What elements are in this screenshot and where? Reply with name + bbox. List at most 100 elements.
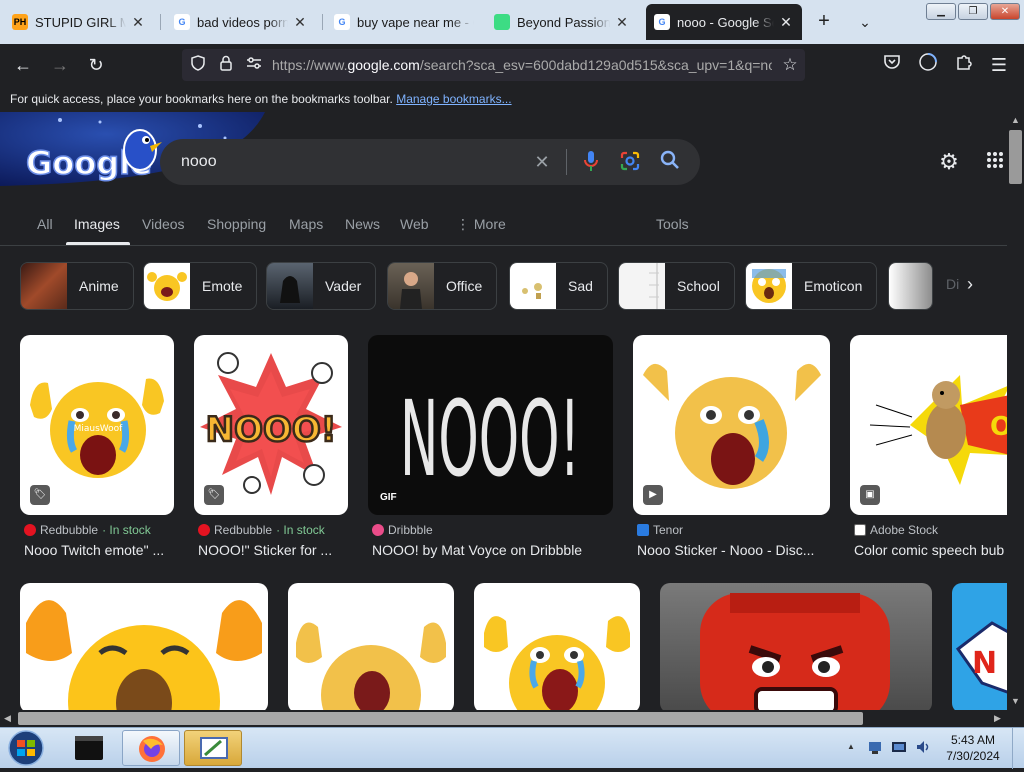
- close-tab-icon[interactable]: ✕: [130, 14, 146, 31]
- permissions-icon[interactable]: [244, 55, 264, 75]
- result-image[interactable]: OO ▣: [850, 335, 1007, 515]
- image-result[interactable]: OO ▣ Adobe Stock Color comic speech bub: [850, 335, 1007, 567]
- result-title[interactable]: NOOO!" Sticker for ...: [198, 542, 352, 558]
- network-status-icon[interactable]: [867, 739, 883, 760]
- pocket-icon[interactable]: [879, 52, 905, 78]
- image-result[interactable]: ▶ Tenor Nooo Sticker - Nooo - Disc...: [633, 335, 830, 567]
- account-icon[interactable]: [915, 52, 941, 78]
- horizontal-scrollbar[interactable]: ◀ ▶: [0, 710, 1024, 727]
- vertical-scrollbar[interactable]: ▲ ▼: [1007, 112, 1024, 710]
- image-result[interactable]: MiausWoof 🏷 Redbubble · In stock Nooo Tw…: [20, 335, 174, 567]
- result-image[interactable]: ▶: [633, 335, 830, 515]
- extensions-icon[interactable]: [951, 52, 977, 78]
- speaker-icon[interactable]: [915, 739, 931, 760]
- url-text[interactable]: https://www.google.com/search?sca_esv=60…: [272, 57, 772, 73]
- result-source[interactable]: Adobe Stock: [854, 523, 938, 537]
- scroll-down-arrow-icon[interactable]: ▼: [1011, 696, 1020, 706]
- image-result[interactable]: [660, 583, 932, 710]
- chip-more[interactable]: [888, 262, 933, 310]
- show-hidden-icons-icon[interactable]: ▲: [847, 742, 855, 751]
- minimize-button[interactable]: ▁: [926, 3, 956, 20]
- result-image[interactable]: MiausWoof 🏷: [20, 335, 174, 515]
- display-icon[interactable]: [891, 739, 907, 760]
- scroll-up-arrow-icon[interactable]: ▲: [1011, 115, 1020, 125]
- filter-web[interactable]: Web: [400, 216, 429, 232]
- image-result[interactable]: [288, 583, 454, 710]
- search-input[interactable]: nooo: [181, 153, 217, 171]
- google-lens-icon[interactable]: [618, 150, 642, 174]
- result-source[interactable]: Tenor: [637, 523, 683, 537]
- result-image[interactable]: [20, 583, 268, 710]
- manage-bookmarks-link[interactable]: Manage bookmarks...: [396, 92, 511, 106]
- result-source[interactable]: Redbubble · In stock: [198, 523, 325, 537]
- result-title[interactable]: Color comic speech bub: [854, 542, 1007, 558]
- start-button[interactable]: [4, 729, 48, 767]
- show-desktop-button[interactable]: [1012, 728, 1024, 769]
- chip-emoticon[interactable]: Emoticon: [745, 262, 878, 310]
- search-box[interactable]: nooo ✕: [160, 139, 700, 185]
- settings-gear-icon[interactable]: ⚙: [937, 150, 961, 174]
- scroll-left-arrow-icon[interactable]: ◀: [4, 713, 11, 724]
- address-bar[interactable]: https://www.google.com/search?sca_esv=60…: [182, 49, 805, 81]
- result-title[interactable]: Nooo Twitch emote" ...: [24, 542, 178, 558]
- horizontal-scroll-thumb[interactable]: [18, 712, 863, 725]
- bookmark-star-icon[interactable]: ☆: [780, 55, 800, 75]
- filter-videos[interactable]: Videos: [142, 216, 185, 232]
- filter-maps[interactable]: Maps: [289, 216, 323, 232]
- menu-icon[interactable]: ☰: [986, 52, 1012, 78]
- new-tab-button[interactable]: +: [812, 10, 836, 34]
- reload-button[interactable]: ↻: [83, 52, 109, 78]
- tab-2[interactable]: G buy vape near me - Go: [326, 4, 482, 40]
- list-all-tabs-button[interactable]: ⌄: [853, 10, 877, 34]
- chip-office[interactable]: Office: [387, 262, 498, 310]
- result-image[interactable]: NOOO! 🏷: [194, 335, 348, 515]
- chip-anime[interactable]: Anime: [20, 262, 134, 310]
- image-result[interactable]: [474, 583, 640, 710]
- vertical-scroll-thumb[interactable]: [1009, 130, 1022, 184]
- microphone-icon[interactable]: [579, 150, 603, 174]
- google-apps-icon[interactable]: [983, 150, 1007, 174]
- tab-4-active[interactable]: G nooo - Google Search ✕: [646, 4, 802, 40]
- image-result[interactable]: N: [952, 583, 1007, 710]
- clear-search-icon[interactable]: ✕: [530, 150, 554, 174]
- taskbar-app-paint[interactable]: [184, 730, 242, 766]
- window-close-button[interactable]: ✕: [990, 3, 1020, 20]
- chips-next-arrow-icon[interactable]: ›: [958, 272, 982, 296]
- shield-icon[interactable]: [188, 55, 208, 75]
- filter-shopping[interactable]: Shopping: [207, 216, 266, 232]
- chip-school[interactable]: School: [618, 262, 735, 310]
- result-source[interactable]: Redbubble · In stock: [24, 523, 151, 537]
- image-result[interactable]: NOOO! 🏷 Redbubble · In stock NOOO!" Stic…: [194, 335, 348, 567]
- taskbar-app-terminal[interactable]: [60, 730, 118, 766]
- close-tab-icon[interactable]: ✕: [292, 14, 308, 31]
- back-button[interactable]: ←: [10, 52, 36, 78]
- result-title[interactable]: NOOO! by Mat Voyce on Dribbble: [372, 542, 612, 558]
- search-icon[interactable]: [658, 150, 682, 174]
- result-source[interactable]: Dribbble: [372, 523, 433, 537]
- filter-more[interactable]: ⋮ More: [456, 216, 506, 233]
- system-clock[interactable]: 5:43 AM 7/30/2024: [938, 732, 1008, 764]
- result-image[interactable]: [474, 583, 640, 710]
- result-image[interactable]: N: [952, 583, 1007, 710]
- result-image[interactable]: [660, 583, 932, 710]
- close-tab-icon[interactable]: ✕: [778, 14, 794, 31]
- chip-sad[interactable]: Sad: [509, 262, 608, 310]
- filter-news[interactable]: News: [345, 216, 380, 232]
- taskbar-app-firefox[interactable]: [122, 730, 180, 766]
- tab-1[interactable]: G bad videos porn - Goo ✕: [166, 4, 316, 40]
- image-result[interactable]: [20, 583, 268, 710]
- result-title[interactable]: Nooo Sticker - Nooo - Disc...: [637, 542, 829, 558]
- chip-vader[interactable]: Vader: [266, 262, 377, 310]
- scroll-right-arrow-icon[interactable]: ▶: [994, 713, 1001, 724]
- result-image[interactable]: NOOO! GIF: [368, 335, 613, 515]
- lock-icon[interactable]: [216, 55, 236, 75]
- chip-emote[interactable]: Emote: [143, 262, 258, 310]
- image-result[interactable]: NOOO! GIF Dribbble NOOO! by Mat Voyce on…: [368, 335, 613, 567]
- close-tab-icon[interactable]: ✕: [614, 14, 630, 31]
- result-image[interactable]: [288, 583, 454, 710]
- tab-3[interactable]: Beyond Passion | Bre ✕: [486, 4, 638, 40]
- filter-all[interactable]: All: [37, 216, 53, 232]
- maximize-button[interactable]: ❐: [958, 3, 988, 20]
- tab-0[interactable]: PH STUPID GIRL MASTURB ✕: [4, 4, 154, 40]
- tools-button[interactable]: Tools: [656, 216, 689, 232]
